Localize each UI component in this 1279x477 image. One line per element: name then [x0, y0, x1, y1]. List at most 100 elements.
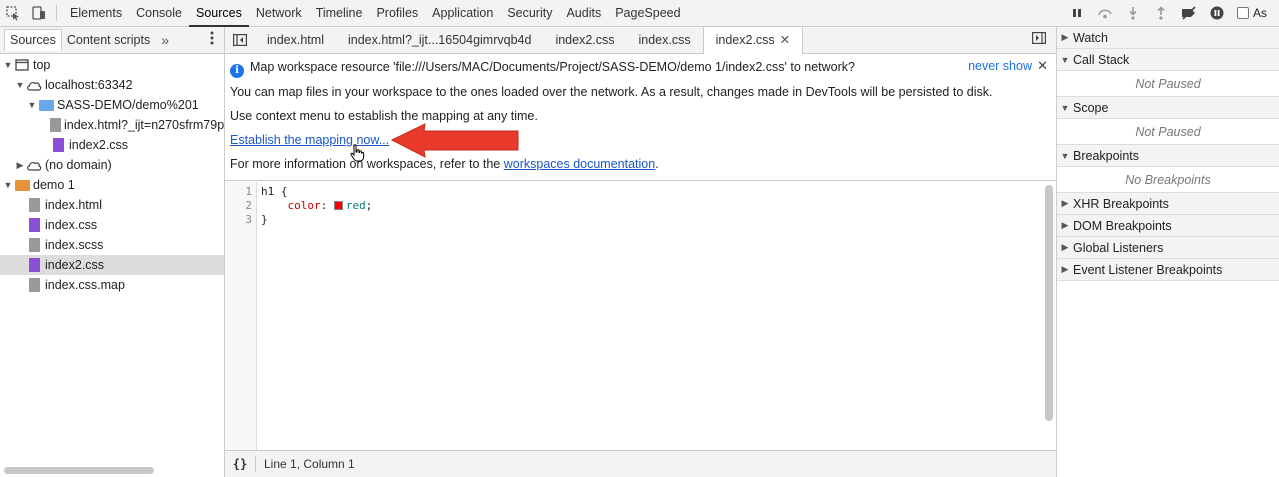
- tree-item-label: index.html: [45, 198, 102, 212]
- pane-title: Breakpoints: [1073, 148, 1140, 163]
- close-infobar-icon[interactable]: ✕: [1037, 58, 1048, 74]
- file-tree: ▼ top ▼ localhost:63342 ▼ SASS-DEMO/demo…: [0, 55, 224, 295]
- step-over-icon[interactable]: [1091, 0, 1119, 27]
- tree-item-folder-demo-1[interactable]: ▼ demo 1: [0, 175, 224, 195]
- tree-item-label: (no domain): [45, 158, 112, 172]
- navigator-tabs: Sources Content scripts »: [0, 27, 224, 54]
- tree-item-file-index-scss[interactable]: index.scss: [0, 235, 224, 255]
- editor-tab-index-html-query[interactable]: index.html?_ijt...16504gimrvqb4d: [336, 27, 543, 54]
- css-property: color: [287, 199, 321, 212]
- more-tabs-icon[interactable]: »: [155, 32, 175, 48]
- toggle-debugger-sidebar-icon[interactable]: [1032, 32, 1047, 47]
- device-mode-icon[interactable]: [26, 0, 52, 27]
- collapsed-triangle-icon: ▶: [1061, 242, 1069, 252]
- tab-security[interactable]: Security: [500, 0, 559, 27]
- tree-item-file-index2-css-selected[interactable]: index2.css: [0, 255, 224, 275]
- tab-timeline[interactable]: Timeline: [309, 0, 370, 27]
- pause-icon[interactable]: [1063, 0, 1091, 27]
- tab-application[interactable]: Application: [425, 0, 500, 27]
- close-tab-icon[interactable]: ✕: [780, 33, 790, 47]
- async-label: As: [1253, 6, 1268, 20]
- pane-global-listeners-header[interactable]: ▶ Global Listeners: [1057, 237, 1279, 259]
- tree-item-label: demo 1: [33, 178, 75, 192]
- pane-title: Watch: [1073, 30, 1108, 45]
- pane-breakpoints-header[interactable]: ▼ Breakpoints: [1057, 145, 1279, 167]
- tree-item-file-index-html-query[interactable]: index.html?_ijt=n270sfrm79p: [0, 115, 224, 135]
- info-icon: i: [230, 63, 244, 78]
- never-show-link[interactable]: never show: [968, 59, 1032, 73]
- horizontal-scrollbar[interactable]: [4, 467, 154, 474]
- tree-item-label: index.scss: [45, 238, 104, 252]
- editor-tab-index-css[interactable]: index.css: [627, 27, 703, 54]
- tab-navigator-sources[interactable]: Sources: [4, 29, 62, 51]
- tab-content-scripts[interactable]: Content scripts: [62, 27, 155, 54]
- line-number: 1: [245, 185, 252, 198]
- tab-profiles[interactable]: Profiles: [369, 0, 425, 27]
- pane-dom-breakpoints-header[interactable]: ▶ DOM Breakpoints: [1057, 215, 1279, 237]
- editor-tab-index2-css[interactable]: index2.css: [543, 27, 626, 54]
- infobar-message: Map workspace resource 'file:///Users/MA…: [250, 60, 855, 74]
- toolbar-divider: [56, 5, 57, 21]
- tab-console[interactable]: Console: [129, 0, 189, 27]
- editor-tab-index-html[interactable]: index.html: [255, 27, 336, 54]
- collapsed-triangle-icon: ▶: [1061, 198, 1069, 208]
- document-file-icon: [26, 197, 42, 213]
- infobar-hint: Use context menu to establish the mappin…: [230, 109, 538, 123]
- pane-event-listener-breakpoints-header[interactable]: ▶ Event Listener Breakpoints: [1057, 259, 1279, 281]
- folder-icon: [38, 97, 54, 113]
- pane-call-stack-header[interactable]: ▼ Call Stack: [1057, 49, 1279, 71]
- expanded-triangle-icon: ▼: [3, 60, 13, 70]
- tree-item-file-index2-css[interactable]: index2.css: [0, 135, 224, 155]
- tree-item-top[interactable]: ▼ top: [0, 55, 224, 75]
- editor-status-bar: {} Line 1, Column 1: [225, 450, 1056, 477]
- pane-xhr-breakpoints-header[interactable]: ▶ XHR Breakpoints: [1057, 193, 1279, 215]
- tab-pagespeed[interactable]: PageSpeed: [608, 0, 687, 27]
- establish-mapping-link[interactable]: Establish the mapping now...: [230, 133, 389, 147]
- expanded-triangle-icon: ▼: [1060, 150, 1070, 161]
- tree-item-label: index2.css: [45, 258, 105, 272]
- tree-item-localhost[interactable]: ▼ localhost:63342: [0, 75, 224, 95]
- step-out-icon[interactable]: [1147, 0, 1175, 27]
- pause-on-exceptions-icon[interactable]: [1203, 0, 1231, 27]
- status-divider: [255, 456, 256, 472]
- pane-watch-header[interactable]: ▶ Watch: [1057, 27, 1279, 49]
- toggle-navigator-icon[interactable]: [225, 27, 255, 54]
- workspaces-documentation-link[interactable]: workspaces documentation: [504, 157, 655, 171]
- cloud-icon: [26, 157, 42, 173]
- frame-icon: [14, 57, 30, 73]
- tree-item-no-domain[interactable]: ▶ (no domain): [0, 155, 224, 175]
- cloud-icon: [26, 77, 42, 93]
- tab-elements[interactable]: Elements: [63, 0, 129, 27]
- call-stack-status: Not Paused: [1057, 71, 1279, 97]
- code-editor[interactable]: 1 2 3 h1 { color: red; }: [225, 182, 1056, 450]
- navigator-menu-icon[interactable]: [210, 31, 214, 48]
- sources-navigator: Sources Content scripts » ▼ top ▼ localh…: [0, 27, 225, 477]
- tab-sources[interactable]: Sources: [188, 0, 249, 27]
- tab-audits[interactable]: Audits: [559, 0, 608, 27]
- color-swatch[interactable]: [333, 201, 343, 210]
- tree-item-file-index-css-map[interactable]: index.css.map: [0, 275, 224, 295]
- step-into-icon[interactable]: [1119, 0, 1147, 27]
- pane-title: Call Stack: [1073, 52, 1130, 67]
- async-checkbox[interactable]: [1237, 7, 1249, 19]
- collapsed-triangle-icon: ▶: [1061, 264, 1069, 274]
- pane-title: DOM Breakpoints: [1073, 218, 1172, 233]
- vertical-scrollbar[interactable]: [1045, 185, 1053, 421]
- inspect-element-icon[interactable]: [0, 0, 26, 27]
- expanded-triangle-icon: ▼: [3, 180, 13, 190]
- debugger-toolbar: As: [1057, 0, 1279, 27]
- tab-network[interactable]: Network: [249, 0, 309, 27]
- editor-tabs: index.html index.html?_ijt...16504gimrvq…: [225, 26, 1056, 54]
- tree-item-folder-sass-demo[interactable]: ▼ SASS-DEMO/demo%201: [0, 95, 224, 115]
- tree-item-file-index-html[interactable]: index.html: [0, 195, 224, 215]
- deactivate-breakpoints-icon[interactable]: [1175, 0, 1203, 27]
- pane-title: Scope: [1073, 100, 1109, 115]
- infobar-docs-suffix: .: [655, 157, 659, 171]
- pretty-print-button[interactable]: {}: [225, 457, 255, 471]
- cursor-position: Line 1, Column 1: [264, 457, 355, 471]
- tree-item-label: SASS-DEMO/demo%201: [57, 98, 199, 112]
- tree-item-file-index-css[interactable]: index.css: [0, 215, 224, 235]
- pane-scope-header[interactable]: ▼ Scope: [1057, 97, 1279, 119]
- hand-cursor-icon: [350, 144, 365, 162]
- editor-tab-index2-css-active[interactable]: index2.css ✕: [702, 26, 804, 54]
